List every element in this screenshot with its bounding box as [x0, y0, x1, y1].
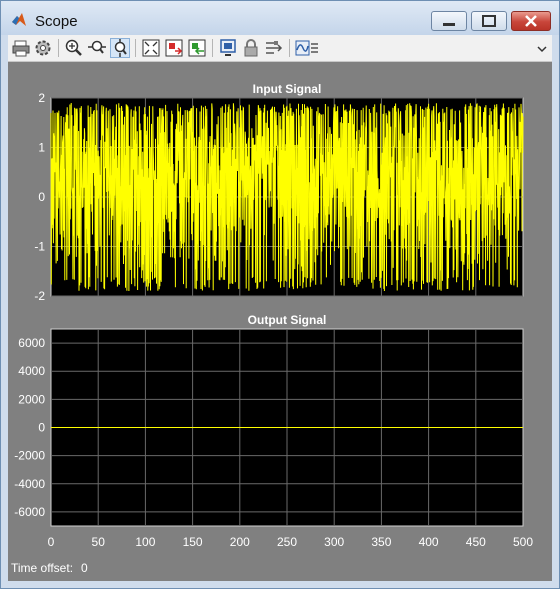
x-tick-label: 400 [419, 535, 439, 549]
signal-selection-icon [266, 41, 283, 54]
close-button[interactable] [511, 11, 551, 31]
toolbar-separator [289, 39, 290, 57]
time-offset-label: Time offset: [11, 561, 74, 575]
floating-scope-icon [220, 39, 236, 56]
close-icon [525, 15, 537, 27]
y-tick-label: 6000 [18, 336, 45, 350]
print-button[interactable] [11, 38, 31, 58]
floating-scope-button[interactable] [218, 38, 238, 58]
autoscale-icon [142, 39, 160, 57]
lock-axes-icon [244, 39, 258, 57]
toolbar [8, 35, 552, 62]
scope-parameters-button[interactable] [295, 38, 319, 58]
window-title: Scope [35, 13, 78, 30]
x-tick-label: 100 [135, 535, 155, 549]
zoom-in-icon [65, 39, 82, 56]
x-tick-label: 500 [513, 535, 533, 549]
zoom-x-button[interactable] [87, 38, 107, 58]
x-tick-label: 450 [466, 535, 486, 549]
maximize-icon [482, 15, 496, 27]
matlab-logo-icon [12, 13, 26, 26]
save-axes-button[interactable] [164, 38, 184, 58]
restore-axes-button[interactable] [187, 38, 207, 58]
x-tick-label: 150 [183, 535, 203, 549]
autoscale-button[interactable] [141, 38, 161, 58]
maximize-button[interactable] [471, 11, 507, 31]
x-tick-label: 0 [48, 535, 55, 549]
y-tick-label: 2000 [18, 392, 45, 406]
y-tick-label: -4000 [14, 477, 45, 491]
y-tick-label: -1 [34, 240, 45, 254]
time-offset-value: 0 [81, 561, 88, 575]
y-tick-label: -6000 [14, 505, 45, 519]
print-icon [12, 40, 30, 57]
title-bar[interactable]: Scope [1, 1, 559, 35]
parameters-button[interactable] [33, 38, 53, 58]
plot-title: Output Signal [248, 313, 327, 327]
lock-axes-button[interactable] [241, 38, 261, 58]
x-tick-label: 250 [277, 535, 297, 549]
zoom-y-button[interactable] [110, 38, 130, 58]
restore-axes-icon [188, 39, 206, 57]
x-tick-label: 350 [371, 535, 391, 549]
plot-title: Input Signal [253, 82, 322, 96]
parameters-gear-icon [35, 40, 51, 56]
x-tick-label: 50 [92, 535, 106, 549]
save-axes-icon [165, 39, 183, 57]
zoom-y-icon [114, 39, 127, 57]
zoom-in-button[interactable] [64, 38, 84, 58]
y-tick-label: 1 [38, 141, 45, 155]
y-tick-label: 0 [38, 421, 45, 435]
signal-selection-button[interactable] [264, 38, 284, 58]
minimize-icon [443, 23, 455, 26]
scope-charts: Input Signal210-1-2Output Signal60004000… [14, 82, 533, 549]
toolbar-overflow-button[interactable] [534, 38, 548, 58]
toolbar-separator [135, 39, 136, 57]
y-tick-label: -2 [34, 289, 45, 303]
y-tick-label: 4000 [18, 364, 45, 378]
time-offset-readout: Time offset: 0 [11, 561, 88, 575]
scope-parameters-icon [295, 40, 318, 56]
x-tick-label: 300 [324, 535, 344, 549]
toolbar-separator [212, 39, 213, 57]
y-tick-label: 2 [38, 91, 45, 105]
y-tick-label: 0 [38, 190, 45, 204]
y-tick-label: -2000 [14, 449, 45, 463]
minimize-button[interactable] [431, 11, 467, 31]
zoom-x-icon [88, 40, 106, 54]
scope-display: Input Signal 2 1 0 -1 -2 Output Signal 6000 4000… [8, 62, 552, 581]
x-tick-label: 200 [230, 535, 250, 549]
scope-window: Scope Input Signal 2 1 0 -1 -2 Output Si… [0, 0, 560, 589]
toolbar-separator [58, 39, 59, 57]
chevron-down-icon [537, 46, 547, 53]
